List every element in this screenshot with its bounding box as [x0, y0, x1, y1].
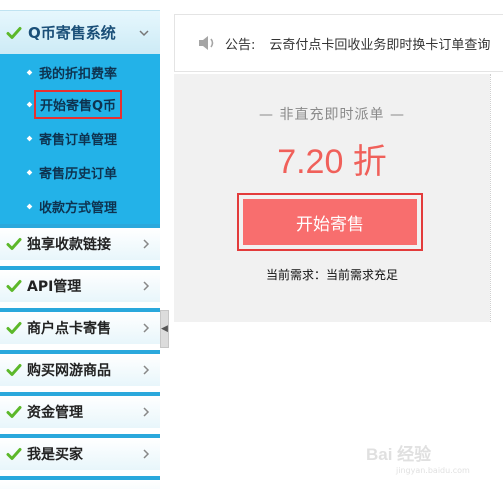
sidebar-section-label: Q币寄售系统: [28, 24, 116, 42]
chevron-right-icon: [143, 365, 150, 375]
sidebar-item-exclusive-link[interactable]: 独享收款链接: [0, 224, 160, 260]
submenu-item-order-history[interactable]: 寄售历史订单: [0, 158, 160, 186]
sidebar-submenu: 我的折扣费率 开始寄售Q币 寄售订单管理 寄售历史订单 收款方式管理: [0, 54, 160, 224]
speaker-icon: [199, 36, 214, 50]
check-icon: [6, 280, 22, 292]
bullet-icon: [26, 69, 33, 75]
bullet-icon: [26, 169, 33, 175]
chevron-down-icon: [139, 29, 149, 36]
submenu-item-discount-rate[interactable]: 我的折扣费率: [0, 58, 160, 86]
sidebar-item-label: 资金管理: [27, 405, 83, 421]
sidebar-item-label: 购买网游商品: [27, 363, 111, 379]
chevron-right-icon: [143, 323, 150, 333]
submenu-item-payment-methods[interactable]: 收款方式管理: [0, 192, 160, 220]
sidebar-item-api[interactable]: API管理: [0, 266, 160, 302]
check-icon: [6, 364, 22, 376]
submenu-item-label: 开始寄售Q币: [33, 89, 123, 119]
check-icon: [6, 406, 22, 418]
submenu-item-label: 我的折扣费率: [39, 66, 118, 82]
card-title: — 非直充即时派单 —: [259, 107, 405, 123]
notice-bar: 公告: 云奇付点卡回收业务即时换卡订单查询: [174, 14, 503, 72]
chevron-right-icon: [143, 407, 150, 417]
submenu-item-order-management[interactable]: 寄售订单管理: [0, 124, 160, 152]
sidebar-item-buy-game-items[interactable]: 购买网游商品: [0, 350, 160, 386]
submenu-item-label: 寄售订单管理: [39, 132, 118, 148]
panel-side-edge: [490, 74, 503, 322]
sidebar-item-funds[interactable]: 资金管理: [0, 392, 160, 428]
sidebar-item-label: 我是买家: [27, 447, 83, 463]
sidebar-item-merchant-card[interactable]: 商户点卡寄售: [0, 308, 160, 344]
bullet-icon: [26, 101, 33, 107]
submenu-item-label: 寄售历史订单: [39, 166, 118, 182]
sidebar-item-partial[interactable]: [0, 476, 160, 489]
baidu-watermark: Bai 经验 jingyan.baidu.com: [366, 432, 496, 482]
consign-card: — 非直充即时派单 — 7.20 折 开始寄售 当前需求：当前需求充足: [174, 74, 490, 322]
consign-panel: — 非直充即时派单 — 7.20 折 开始寄售 当前需求：当前需求充足: [174, 74, 503, 322]
chevron-right-icon: [143, 449, 150, 459]
sidebar-item-label: API管理: [27, 279, 82, 295]
submenu-item-label: 收款方式管理: [39, 200, 118, 216]
notice-label: 公告:: [225, 37, 256, 53]
sidebar-section-qcoin[interactable]: Q币寄售系统: [0, 10, 160, 54]
sidebar-item-buyer[interactable]: 我是买家: [0, 434, 160, 470]
check-icon: [6, 238, 22, 250]
chevron-left-icon: ◀: [161, 323, 168, 334]
sidebar: Q币寄售系统 我的折扣费率 开始寄售Q币 寄售订单管理 寄售历史订单 收款方式管…: [0, 0, 160, 489]
bullet-icon: [26, 203, 33, 209]
chevron-right-icon: [143, 281, 150, 291]
sidebar-item-label: 商户点卡寄售: [27, 321, 111, 337]
start-consign-highlight: 开始寄售: [237, 193, 423, 251]
discount-rate: 7.20 折: [277, 143, 387, 181]
check-icon: [6, 26, 22, 39]
chevron-right-icon: [143, 239, 150, 249]
sidebar-item-label: 独享收款链接: [27, 237, 111, 253]
start-consign-button[interactable]: 开始寄售: [243, 199, 417, 245]
sidebar-collapse-handle[interactable]: ◀: [160, 310, 169, 348]
watermark-url: jingyan.baidu.com: [396, 466, 470, 475]
watermark-text: Bai 经验: [366, 445, 432, 464]
bullet-icon: [26, 135, 33, 141]
submenu-item-start-consign[interactable]: 开始寄售Q币: [0, 89, 160, 119]
check-icon: [6, 448, 22, 460]
notice-text[interactable]: 云奇付点卡回收业务即时换卡订单查询: [269, 34, 490, 53]
demand-status: 当前需求：当前需求充足: [265, 268, 398, 282]
check-icon: [6, 322, 22, 334]
